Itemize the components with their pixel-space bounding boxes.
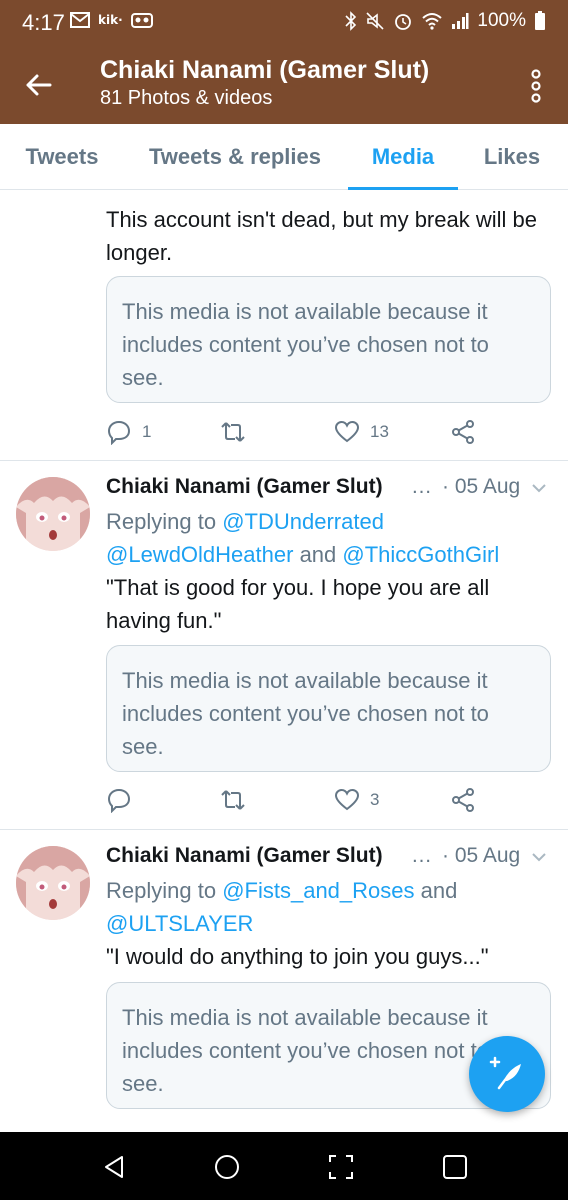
and-label: and	[420, 878, 458, 903]
retweet-icon	[221, 422, 245, 442]
and-label: and	[299, 542, 337, 567]
like-count: 13	[370, 422, 389, 441]
like-button[interactable]: 3	[334, 787, 379, 813]
header-titles: Chiaki Nanami (Gamer Slut) 81 Photos & v…	[100, 56, 429, 110]
tweet[interactable]: Chiaki Nanami (Gamer Slut) … · 05 Aug Re…	[0, 461, 568, 830]
alarm-icon	[393, 11, 413, 31]
battery-icon	[534, 11, 546, 31]
tweet-actions: 1 13	[106, 419, 546, 449]
reply-count: 1	[142, 422, 152, 441]
tweet-text: "That is good for you. I hope you are al…	[106, 575, 490, 633]
share-button[interactable]	[450, 787, 476, 813]
reply-context: Replying to @TDUnderrated @LewdOldHeathe…	[106, 505, 550, 571]
signal-icon	[451, 12, 469, 30]
more-options-icon[interactable]	[530, 68, 542, 104]
tweet[interactable]: This account isn't dead, but my break wi…	[0, 191, 568, 461]
mention-link[interactable]: @Fists_and_Roses	[222, 878, 414, 903]
mention-link[interactable]: @ULTSLAYER	[106, 911, 253, 936]
screenshot-frame-icon[interactable]	[326, 1152, 356, 1182]
replying-to-label: Replying to	[106, 878, 217, 903]
notification-icons: kik·	[70, 12, 153, 28]
retweet-button[interactable]	[220, 787, 256, 813]
like-button[interactable]: 13	[334, 419, 389, 445]
system-navigation-bar	[0, 1132, 568, 1200]
owl-icon	[130, 12, 153, 28]
replying-to-label: Replying to	[106, 509, 217, 534]
profile-name: Chiaki Nanami (Gamer Slut)	[100, 56, 430, 84]
retweet-icon	[221, 790, 245, 810]
mention-link[interactable]: @TDUnderrated	[222, 509, 384, 534]
compose-tweet-button[interactable]	[469, 1036, 545, 1112]
share-icon	[452, 420, 474, 444]
gmail-icon	[70, 12, 90, 28]
mention-link[interactable]: @ThiccGothGirl	[342, 542, 499, 567]
kik-icon: kik·	[98, 13, 123, 27]
tweet-text: "I would do anything to join you guys...…	[106, 944, 489, 969]
chevron-down-icon[interactable]	[530, 479, 548, 497]
status-bar: 4:17 kik· 100%	[0, 0, 568, 46]
reply-icon	[107, 420, 131, 445]
tab-likes[interactable]: Likes	[468, 124, 556, 190]
author-name[interactable]: Chiaki Nanami (Gamer Slut)	[106, 475, 383, 499]
heart-icon	[334, 420, 360, 443]
share-button[interactable]	[450, 419, 476, 445]
profile-tabs: Tweets Tweets & replies Media Likes	[0, 124, 568, 190]
home-circle-icon[interactable]	[212, 1152, 242, 1182]
tab-media[interactable]: Media	[348, 124, 458, 190]
bluetooth-icon	[345, 11, 357, 31]
active-tab-indicator	[348, 187, 458, 190]
tweet-header: Chiaki Nanami (Gamer Slut) … · 05 Aug	[106, 844, 550, 874]
retweet-button[interactable]	[220, 419, 256, 445]
media-unavailable-notice: This media is not available because it i…	[106, 276, 551, 403]
tweet-text: This account isn't dead, but my break wi…	[106, 207, 537, 265]
name-ellipsis: …	[411, 844, 432, 867]
back-triangle-icon[interactable]	[100, 1152, 130, 1182]
recents-square-icon[interactable]	[440, 1152, 470, 1182]
tweet-header: Chiaki Nanami (Gamer Slut) … · 05 Aug	[106, 475, 550, 505]
reply-button[interactable]	[106, 787, 142, 813]
reply-button[interactable]: 1	[106, 419, 151, 445]
tab-tweets[interactable]: Tweets	[8, 124, 116, 190]
media-unavailable-notice: This media is not available because it i…	[106, 645, 551, 772]
tab-media-label: Media	[371, 144, 435, 169]
wifi-icon	[421, 12, 443, 30]
back-arrow-icon[interactable]	[22, 68, 56, 102]
tweet-actions: 3	[106, 787, 546, 817]
author-name[interactable]: Chiaki Nanami (Gamer Slut)	[106, 844, 383, 868]
heart-icon	[334, 788, 360, 811]
compose-feather-icon	[489, 1056, 521, 1090]
reply-context: Replying to @Fists_and_Roses and @ULTSLA…	[106, 874, 550, 940]
status-time: 4:17	[22, 10, 65, 35]
avatar[interactable]	[16, 477, 90, 551]
reply-icon	[107, 788, 131, 813]
like-count: 3	[370, 790, 380, 809]
tweet-date: · 05 Aug	[442, 475, 521, 498]
chevron-down-icon[interactable]	[530, 848, 548, 866]
mute-icon	[365, 11, 385, 31]
mention-link[interactable]: @LewdOldHeather	[106, 542, 293, 567]
media-count: 81 Photos & videos	[100, 87, 273, 109]
avatar[interactable]	[16, 846, 90, 920]
tab-tweets-and-replies[interactable]: Tweets & replies	[130, 124, 340, 190]
system-icons: 100%	[345, 10, 546, 32]
profile-header: Chiaki Nanami (Gamer Slut) 81 Photos & v…	[0, 46, 568, 124]
tweet-date: · 05 Aug	[442, 844, 521, 867]
share-icon	[452, 788, 474, 812]
battery-percent: 100%	[477, 10, 526, 31]
name-ellipsis: …	[411, 475, 432, 498]
